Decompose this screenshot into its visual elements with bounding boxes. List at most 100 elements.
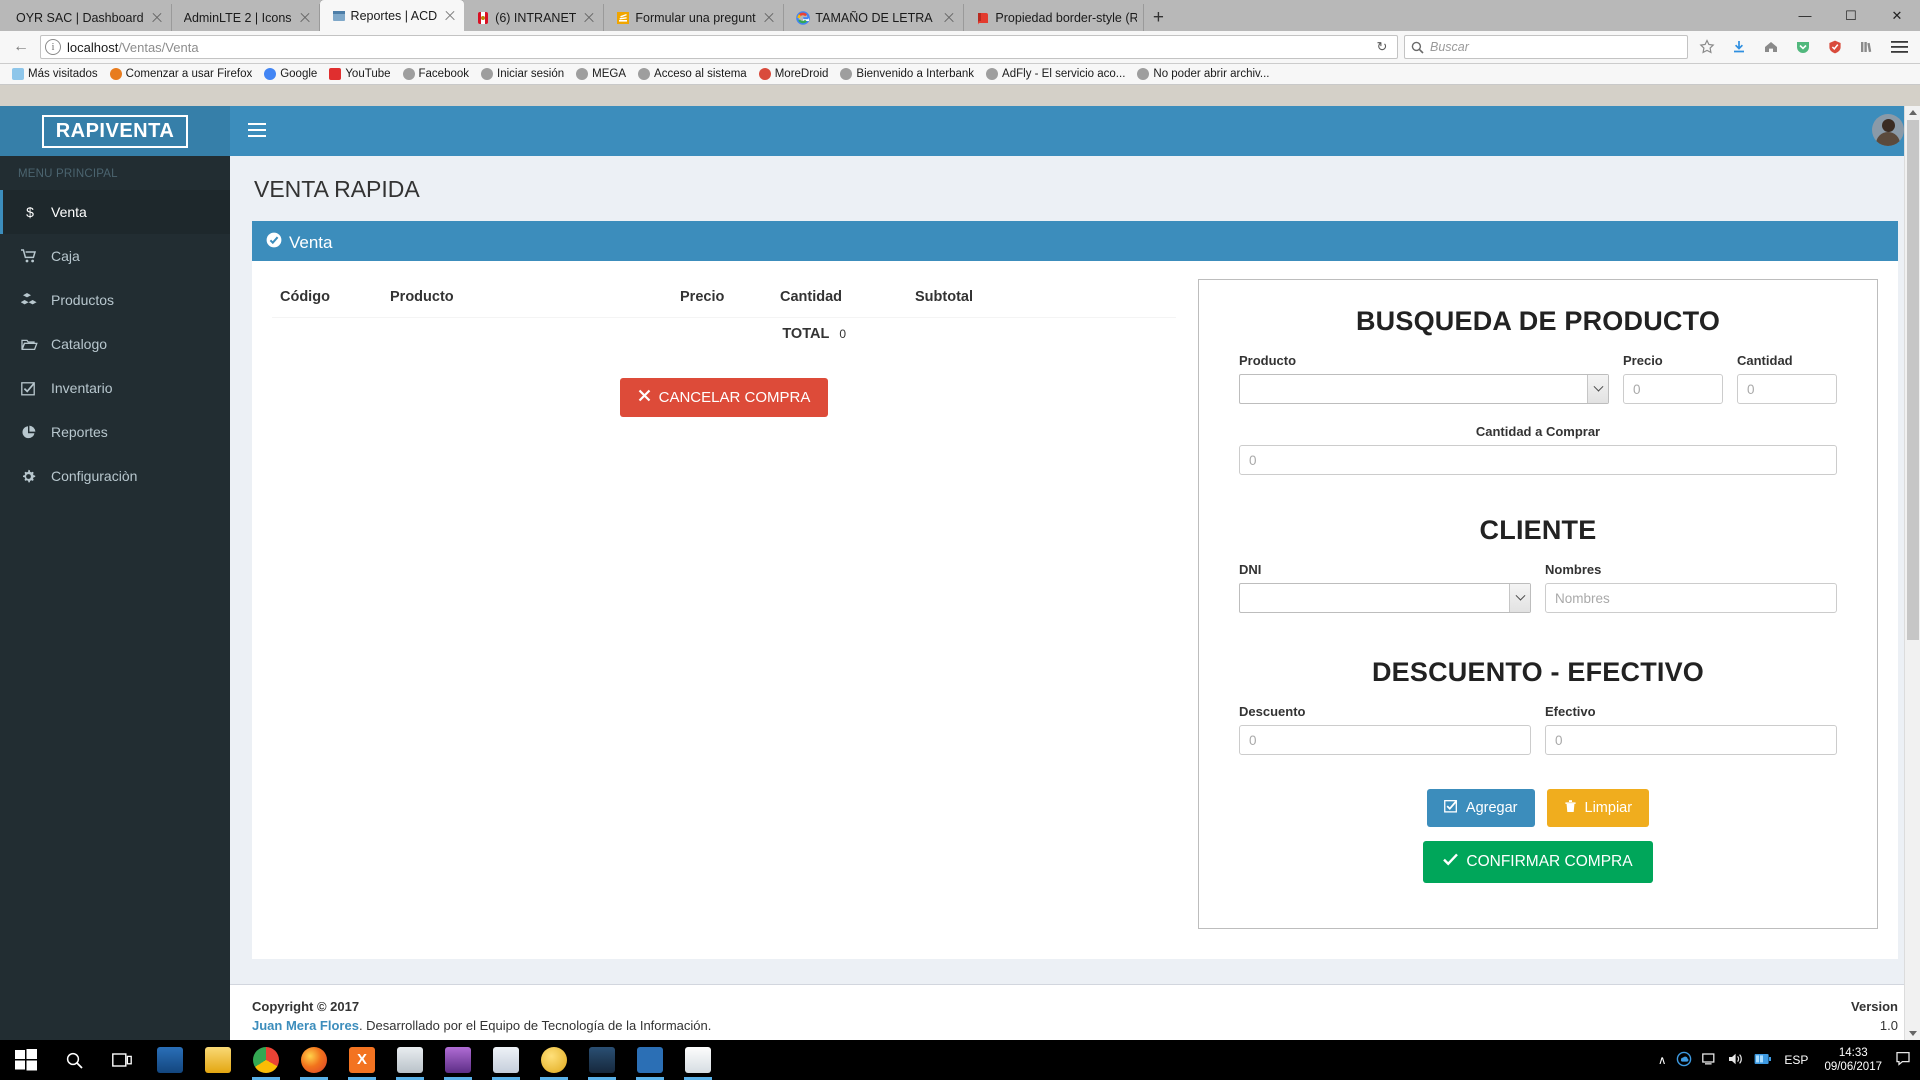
tab-close-icon[interactable] bbox=[941, 10, 957, 26]
bookmark-item[interactable]: YouTube bbox=[323, 68, 396, 80]
tab-close-icon[interactable] bbox=[297, 10, 313, 26]
taskbar-app-netbeans[interactable] bbox=[578, 1040, 626, 1080]
bookmark-item[interactable]: Iniciar sesión bbox=[475, 68, 570, 80]
avatar[interactable] bbox=[1872, 114, 1904, 146]
minimize-button[interactable]: — bbox=[1782, 0, 1828, 31]
onedrive-icon[interactable] bbox=[1676, 1051, 1692, 1070]
taskbar-search-icon[interactable] bbox=[50, 1040, 98, 1080]
browser-tab[interactable]: (6) INTRANET bbox=[464, 4, 605, 31]
taskbar-app-xampp[interactable]: X bbox=[338, 1040, 386, 1080]
taskbar-app-paint[interactable] bbox=[674, 1040, 722, 1080]
descuento-input[interactable] bbox=[1239, 725, 1531, 755]
bookmark-item[interactable]: MoreDroid bbox=[753, 68, 835, 80]
efectivo-field: Efectivo bbox=[1545, 704, 1837, 755]
taskbar-app-visual-studio[interactable] bbox=[434, 1040, 482, 1080]
browser-tab[interactable]: OYR SAC | Dashboard bbox=[4, 4, 172, 31]
sidebar-item-configuracion[interactable]: Configuraciòn bbox=[0, 454, 230, 498]
nombres-input[interactable] bbox=[1545, 583, 1837, 613]
sidebar-item-reportes[interactable]: Reportes bbox=[0, 410, 230, 454]
window-controls: — ☐ ✕ bbox=[1782, 0, 1920, 31]
agregar-button[interactable]: Agregar bbox=[1426, 789, 1535, 827]
chevron-down-icon[interactable] bbox=[1587, 375, 1608, 403]
dni-select[interactable] bbox=[1239, 583, 1531, 613]
tab-close-icon[interactable] bbox=[149, 10, 165, 26]
tab-close-icon[interactable] bbox=[442, 8, 458, 24]
sidebar-item-productos[interactable]: Productos bbox=[0, 278, 230, 322]
browser-tab-active[interactable]: Reportes | ACD bbox=[319, 0, 465, 31]
sidebar-toggle-icon[interactable] bbox=[248, 122, 266, 140]
back-icon[interactable]: ← bbox=[8, 34, 34, 60]
bookmark-item[interactable]: Bienvenido a Interbank bbox=[834, 68, 980, 80]
bookmark-item[interactable]: Comenzar a usar Firefox bbox=[104, 68, 259, 80]
site-info-icon[interactable]: i bbox=[45, 39, 61, 55]
taskbar-clock[interactable]: 14:33 09/06/2017 bbox=[1820, 1046, 1886, 1075]
task-view-icon[interactable] bbox=[98, 1040, 146, 1080]
volume-icon[interactable] bbox=[1728, 1052, 1744, 1069]
cantidad-comprar-input[interactable] bbox=[1239, 445, 1837, 475]
bookmark-item[interactable]: Facebook bbox=[397, 68, 476, 80]
taskbar-app-firefox[interactable] bbox=[290, 1040, 338, 1080]
producto-select[interactable] bbox=[1239, 374, 1609, 404]
confirmar-compra-button[interactable]: CONFIRMAR COMPRA bbox=[1423, 841, 1653, 883]
taskbar-app-ares[interactable] bbox=[530, 1040, 578, 1080]
network-icon[interactable] bbox=[1702, 1052, 1718, 1069]
browser-tab[interactable]: AdminLTE 2 | Icons bbox=[172, 4, 320, 31]
pocket-icon[interactable] bbox=[1790, 34, 1816, 60]
precio-label: Precio bbox=[1623, 353, 1663, 368]
bookmark-item[interactable]: Google bbox=[258, 68, 323, 80]
tray-chevron-icon[interactable]: ∧ bbox=[1658, 1053, 1666, 1067]
notification-icon[interactable] bbox=[1896, 1051, 1910, 1069]
sidebar-item-catalogo[interactable]: Catalogo bbox=[0, 322, 230, 366]
bookmark-item[interactable]: MEGA bbox=[570, 68, 632, 80]
sidebar-item-venta[interactable]: $ Venta bbox=[0, 190, 230, 234]
close-button[interactable]: ✕ bbox=[1874, 0, 1920, 31]
scroll-down-icon[interactable] bbox=[1909, 1031, 1917, 1036]
taskbar-app-media-player[interactable] bbox=[626, 1040, 674, 1080]
maximize-button[interactable]: ☐ bbox=[1828, 0, 1874, 31]
library-icon[interactable] bbox=[1854, 34, 1880, 60]
folder-open-icon bbox=[21, 338, 39, 351]
battery-icon[interactable] bbox=[1754, 1052, 1772, 1069]
app-logo[interactable]: RAPIVENTA bbox=[0, 106, 230, 156]
efectivo-input[interactable] bbox=[1545, 725, 1837, 755]
taskbar-app-chrome[interactable] bbox=[242, 1040, 290, 1080]
precio-input[interactable] bbox=[1623, 374, 1723, 404]
chevron-down-icon[interactable] bbox=[1509, 584, 1530, 612]
sidebar-item-caja[interactable]: Caja bbox=[0, 234, 230, 278]
star-icon[interactable] bbox=[1694, 34, 1720, 60]
hamburger-icon[interactable] bbox=[1886, 34, 1912, 60]
page-scrollbar[interactable] bbox=[1904, 106, 1920, 1040]
taskbar-app-word[interactable] bbox=[482, 1040, 530, 1080]
bookmark-icon bbox=[576, 68, 589, 80]
cancelar-compra-button[interactable]: CANCELAR COMPRA bbox=[619, 378, 829, 417]
browser-tab[interactable]: TAMAÑO DE LETRA EN HTM bbox=[784, 4, 965, 31]
download-icon[interactable] bbox=[1726, 34, 1752, 60]
taskbar-app-file-explorer[interactable] bbox=[194, 1040, 242, 1080]
new-tab-button[interactable]: + bbox=[1144, 4, 1172, 31]
page-title: VENTA RAPIDA bbox=[254, 176, 420, 202]
home-icon[interactable] bbox=[1758, 34, 1784, 60]
windows-start-icon[interactable] bbox=[2, 1040, 50, 1080]
reload-icon[interactable]: ↻ bbox=[1371, 36, 1393, 58]
taskbar-app-mail[interactable] bbox=[146, 1040, 194, 1080]
language-indicator[interactable]: ESP bbox=[1782, 1053, 1810, 1067]
tab-close-icon[interactable] bbox=[761, 10, 777, 26]
sidebar-item-label: Productos bbox=[51, 292, 115, 308]
scroll-up-icon[interactable] bbox=[1909, 110, 1917, 115]
url-bar[interactable]: i localhost/Ventas/Venta ↻ bbox=[40, 35, 1398, 59]
bookmark-item[interactable]: No poder abrir archiv... bbox=[1131, 68, 1275, 80]
taskbar-app-sublime[interactable] bbox=[386, 1040, 434, 1080]
browser-tab[interactable]: Formular una pregunta - Sta bbox=[604, 4, 785, 31]
bookmark-item[interactable]: Más visitados bbox=[6, 68, 104, 80]
bookmark-item[interactable]: Acceso al sistema bbox=[632, 68, 753, 80]
limpiar-button[interactable]: Limpiar bbox=[1546, 789, 1650, 827]
browser-tab[interactable]: Propiedad border-style (Ref bbox=[964, 4, 1145, 31]
scrollbar-thumb[interactable] bbox=[1907, 120, 1919, 640]
bookmark-item[interactable]: AdFly - El servicio aco... bbox=[980, 68, 1131, 80]
search-bar[interactable]: Buscar bbox=[1404, 35, 1688, 59]
cantidad-input[interactable] bbox=[1737, 374, 1837, 404]
shield-icon[interactable] bbox=[1822, 34, 1848, 60]
author-link[interactable]: Juan Mera Flores bbox=[252, 1018, 359, 1033]
tab-close-icon[interactable] bbox=[581, 10, 597, 26]
sidebar-item-inventario[interactable]: Inventario bbox=[0, 366, 230, 410]
